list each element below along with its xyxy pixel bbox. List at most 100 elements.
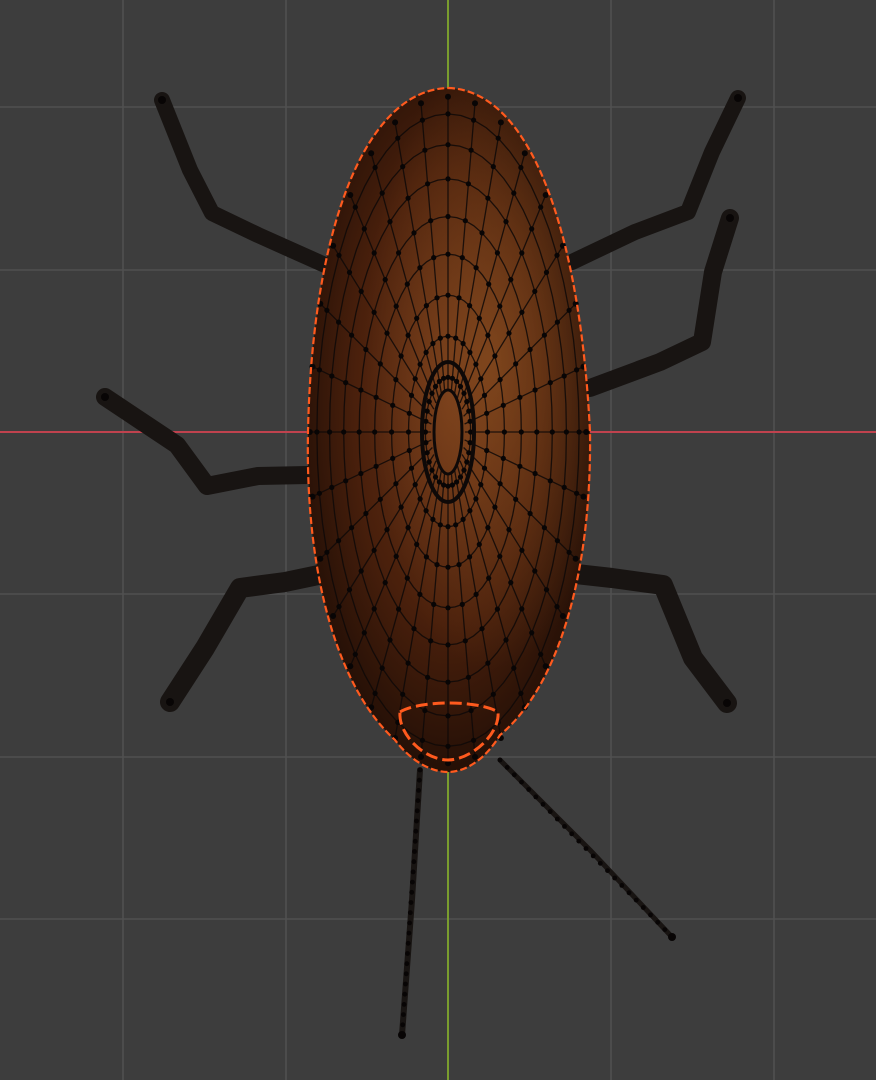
mesh-vertex <box>473 265 479 271</box>
mesh-vertex <box>387 637 393 643</box>
mesh-vertex <box>382 277 388 283</box>
mesh-vertex <box>486 281 492 287</box>
mesh-vertex <box>574 367 580 373</box>
mesh-vertex <box>417 496 423 502</box>
mesh-vertex <box>336 538 342 544</box>
mesh-vertex <box>479 626 485 632</box>
mesh-vertex <box>460 340 466 347</box>
mesh-vertex <box>554 319 561 325</box>
mesh-vertex <box>445 605 451 611</box>
mesh-vertex <box>484 429 491 435</box>
mesh-vertex <box>467 303 473 309</box>
mesh-vertex <box>495 135 501 141</box>
mesh-vertex <box>472 100 478 107</box>
mesh-vertex <box>518 429 524 435</box>
mesh-vertex <box>412 376 418 382</box>
mesh-vertex <box>436 378 442 384</box>
mesh-vertex <box>497 553 503 559</box>
mesh-vertex <box>336 319 342 325</box>
cercus-vertex <box>410 869 416 875</box>
mesh-vertex <box>432 383 439 390</box>
cercus-vertex <box>605 868 610 873</box>
leg-rear-right[interactable] <box>557 563 737 713</box>
mesh-vertex <box>461 390 467 396</box>
mesh-vertex <box>459 255 465 261</box>
mesh-vertex <box>497 481 503 487</box>
mesh-vertex <box>486 575 492 581</box>
cercus-vertex <box>400 1022 406 1028</box>
mesh-vertex <box>428 638 434 644</box>
mesh-vertex <box>418 753 424 760</box>
mesh-vertex <box>481 392 488 398</box>
mesh-vertex <box>473 591 479 598</box>
cercus-vertex <box>511 772 517 778</box>
mesh-vertex <box>412 482 418 488</box>
mesh-vertex <box>462 218 468 224</box>
mesh-vertex <box>513 496 519 502</box>
mesh-vertex <box>479 230 485 236</box>
mesh-vertex <box>541 332 548 338</box>
mesh-vertex <box>411 230 417 236</box>
mesh-vertex <box>466 408 472 414</box>
mesh-vertex <box>419 737 425 743</box>
cercus-vertex <box>633 897 639 903</box>
mesh-vertex <box>449 375 455 381</box>
mesh-vertex <box>449 482 455 488</box>
viewport-canvas[interactable] <box>0 0 876 1080</box>
mesh-vertex <box>390 402 396 408</box>
mesh-vertex <box>467 349 473 355</box>
mesh-vertex <box>519 309 525 315</box>
mesh-vertex <box>532 568 538 574</box>
cercus-vertex <box>402 991 408 997</box>
mesh-vertex <box>506 527 512 533</box>
mesh-vertex <box>494 606 500 612</box>
cercus-vertex <box>412 849 417 854</box>
cercus-vertex <box>407 920 412 926</box>
cercus-vertex <box>504 765 510 770</box>
mesh-vertex <box>454 479 460 485</box>
mesh-vertex <box>473 361 479 367</box>
cockroach-body[interactable] <box>306 86 592 774</box>
mesh-vertex <box>418 100 424 107</box>
mesh-vertex <box>363 510 369 517</box>
mesh-vertex <box>363 346 369 353</box>
mesh-vertex <box>519 547 525 553</box>
mesh-vertex <box>508 580 514 586</box>
mesh-vertex <box>566 307 572 313</box>
cercus-vertex <box>655 919 661 925</box>
mesh-vertex <box>559 613 566 619</box>
leg-front-left[interactable] <box>154 92 333 273</box>
mesh-vertex <box>478 376 484 382</box>
leg-rear-left[interactable] <box>160 563 338 712</box>
cercus-vertex <box>414 808 420 814</box>
mesh-vertex <box>554 604 560 610</box>
mesh-vertex <box>445 642 451 648</box>
mesh-vertex <box>405 660 411 666</box>
cercus-vertex <box>410 879 415 885</box>
leg-mid-left[interactable] <box>96 388 317 495</box>
mesh-vertex <box>500 402 506 408</box>
mesh-vertex <box>358 568 364 574</box>
mesh-vertex <box>538 651 544 657</box>
cercus-vertex <box>497 757 503 763</box>
mesh-vertex <box>372 429 378 435</box>
leg-front-right[interactable] <box>564 90 746 270</box>
mesh-vertex <box>431 255 437 261</box>
cercus-vertex <box>612 875 618 881</box>
mesh-vertex <box>513 361 519 367</box>
mesh-vertex <box>406 410 412 416</box>
cercus-vertex <box>407 910 413 916</box>
cercus-vertex <box>412 838 418 844</box>
mesh-vertex <box>527 510 533 517</box>
cercus-vertex <box>411 859 417 865</box>
mesh-vertex <box>405 525 411 531</box>
mesh-vertex <box>468 707 474 714</box>
mesh-vertex <box>361 630 367 636</box>
mesh-vertex <box>445 333 451 339</box>
mesh-vertex <box>445 713 451 719</box>
cercus-vertex <box>413 828 419 834</box>
mesh-vertex <box>419 117 425 123</box>
mesh-vertex <box>464 459 470 465</box>
cercus-vertex <box>533 794 539 800</box>
3d-viewport[interactable] <box>0 0 876 1080</box>
